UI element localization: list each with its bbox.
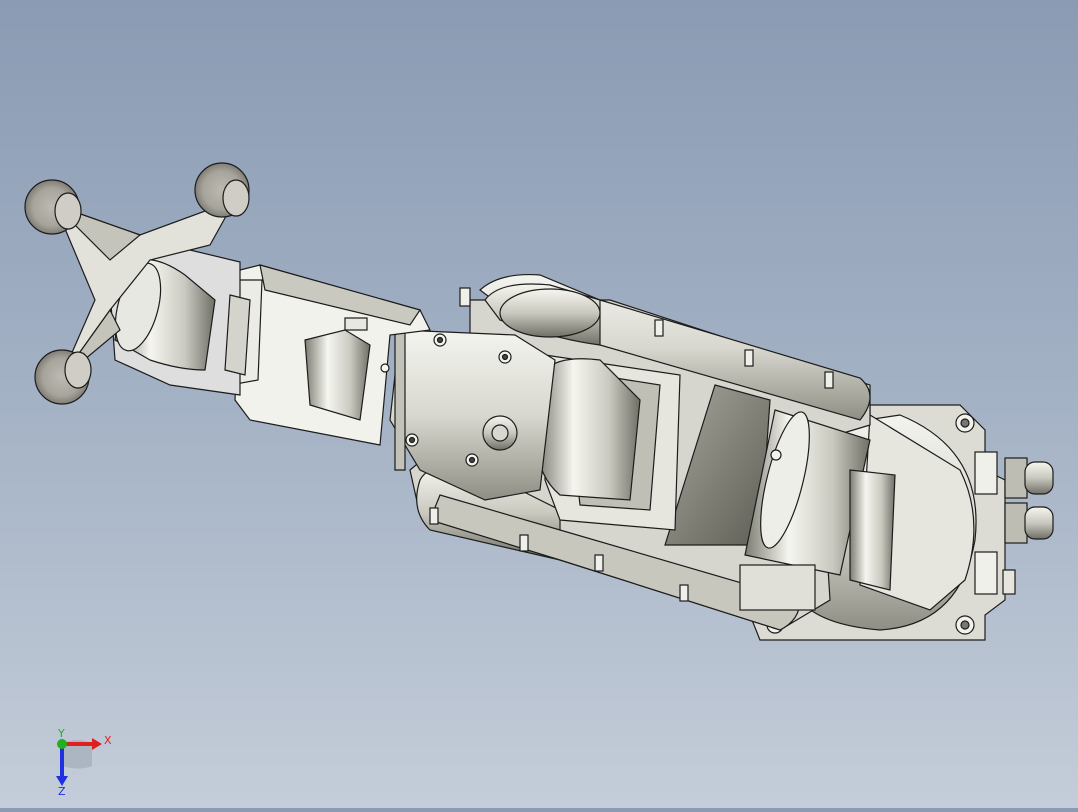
y-axis-dot — [57, 739, 67, 749]
elbow-frame — [536, 354, 681, 531]
suction-cup-top-right — [194, 162, 250, 218]
suction-cup-top-left — [24, 179, 82, 235]
view-orientation-triad[interactable]: X Y Z — [40, 726, 120, 798]
3d-viewport[interactable] — [0, 0, 1078, 808]
x-axis-arrowhead — [92, 738, 102, 750]
cable-gland-top — [1004, 457, 1054, 499]
z-axis-label: Z — [58, 785, 66, 796]
x-axis-label: X — [104, 734, 112, 747]
robot-arm-model[interactable] — [0, 0, 1078, 808]
cable-gland-bottom — [1004, 502, 1054, 544]
suction-cup-bottom — [34, 349, 92, 405]
y-axis-label: Y — [57, 727, 65, 740]
